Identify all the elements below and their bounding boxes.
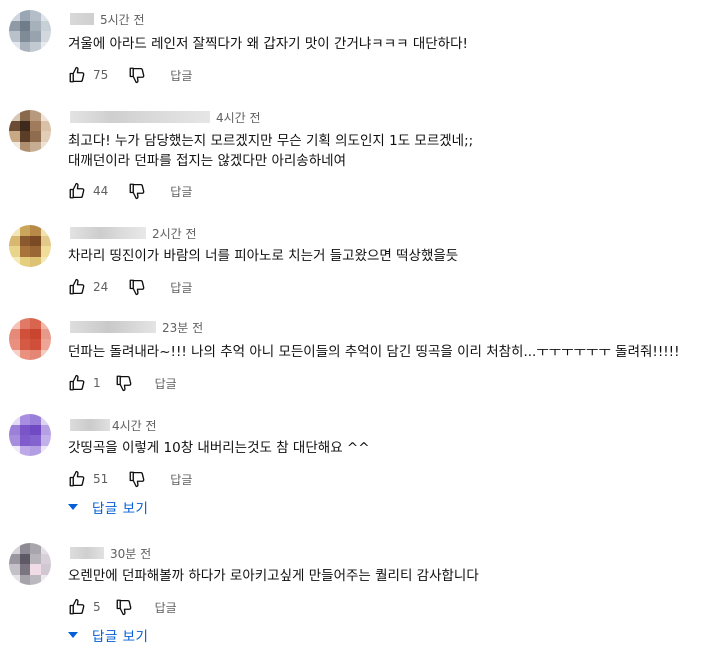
view-replies-button[interactable]: 답글 보기 <box>66 626 149 645</box>
author-name-redacted[interactable] <box>70 13 94 25</box>
reply-button[interactable]: 답글 <box>170 279 192 296</box>
comment-time[interactable]: 4시간 전 <box>216 109 261 126</box>
avatar[interactable] <box>9 110 51 152</box>
author-name-redacted[interactable] <box>70 321 156 333</box>
comment-text: 최고다! 누가 담당했는지 모르겠지만 무슨 기획 의도인지 1도 모르겠네;;… <box>68 133 474 169</box>
comment-actions: 1 답글 <box>68 373 177 393</box>
comment-text: 겨울에 아라드 레인저 잘찍다가 왜 갑자기 맛이 간거냐ㅋㅋㅋ 대단하다! <box>68 36 468 52</box>
author-name-redacted[interactable] <box>70 227 146 239</box>
thumbs-up-icon[interactable] <box>68 182 86 200</box>
thumbs-up-icon[interactable] <box>68 278 86 296</box>
avatar[interactable] <box>9 414 51 456</box>
comment-time[interactable]: 4시간 전 <box>112 417 157 434</box>
thumbs-up-icon[interactable] <box>68 598 86 616</box>
reply-button[interactable]: 답글 <box>155 599 177 616</box>
like-count: 51 <box>93 472 109 486</box>
thumbs-down-icon[interactable] <box>128 470 146 488</box>
view-replies-label: 답글 보기 <box>92 501 149 517</box>
thumbs-down-icon[interactable] <box>115 374 133 392</box>
caret-down-icon <box>68 504 78 510</box>
reply-button[interactable]: 답글 <box>155 375 177 392</box>
author-name-redacted[interactable] <box>70 111 210 123</box>
comment-actions: 44 답글 <box>68 181 192 201</box>
view-replies-label: 답글 보기 <box>92 629 149 645</box>
like-count: 1 <box>93 376 101 390</box>
like-count: 75 <box>93 68 109 82</box>
author-name-redacted[interactable] <box>70 547 104 559</box>
thumbs-down-icon[interactable] <box>115 598 133 616</box>
like-count: 44 <box>93 184 109 198</box>
comment-text: 오렌만에 던파해볼까 하다가 로아키고싶게 만들어주는 퀄리티 감사합니다 <box>68 568 479 584</box>
comment-time[interactable]: 2시간 전 <box>152 225 197 242</box>
like-count: 24 <box>93 280 109 294</box>
reply-button[interactable]: 답글 <box>170 183 192 200</box>
caret-down-icon <box>68 632 78 638</box>
thumbs-up-icon[interactable] <box>68 374 86 392</box>
comment-text: 던파는 돌려내라~!!! 나의 추억 아니 모든이들의 추억이 담긴 띵곡을 이… <box>68 344 680 360</box>
avatar[interactable] <box>9 318 51 360</box>
reply-button[interactable]: 답글 <box>170 67 192 84</box>
reply-button[interactable]: 답글 <box>170 471 192 488</box>
thumbs-up-icon[interactable] <box>68 66 86 84</box>
like-count: 5 <box>93 600 101 614</box>
thumbs-down-icon[interactable] <box>128 278 146 296</box>
view-replies-button[interactable]: 답글 보기 <box>66 498 149 517</box>
comment-time[interactable]: 5시간 전 <box>100 11 145 28</box>
avatar[interactable] <box>9 10 51 52</box>
comment-text: 차라리 띵진이가 바람의 너를 피아노로 치는거 들고왔으면 떡상했을듯 <box>68 248 459 264</box>
avatar[interactable] <box>9 543 51 585</box>
thumbs-down-icon[interactable] <box>128 66 146 84</box>
comment-actions: 51 답글 <box>68 469 192 489</box>
comment-actions: 75 답글 <box>68 65 192 85</box>
comment-actions: 5 답글 <box>68 597 177 617</box>
comment-actions: 24 답글 <box>68 277 192 297</box>
avatar[interactable] <box>9 225 51 267</box>
comment-text: 갓띵곡을 이렇게 10창 내버리는것도 참 대단해요 ^^ <box>68 440 370 456</box>
comment-time[interactable]: 23분 전 <box>162 319 203 336</box>
thumbs-up-icon[interactable] <box>68 470 86 488</box>
comment-time[interactable]: 30분 전 <box>110 545 151 562</box>
author-name-redacted[interactable] <box>70 419 110 431</box>
thumbs-down-icon[interactable] <box>128 182 146 200</box>
